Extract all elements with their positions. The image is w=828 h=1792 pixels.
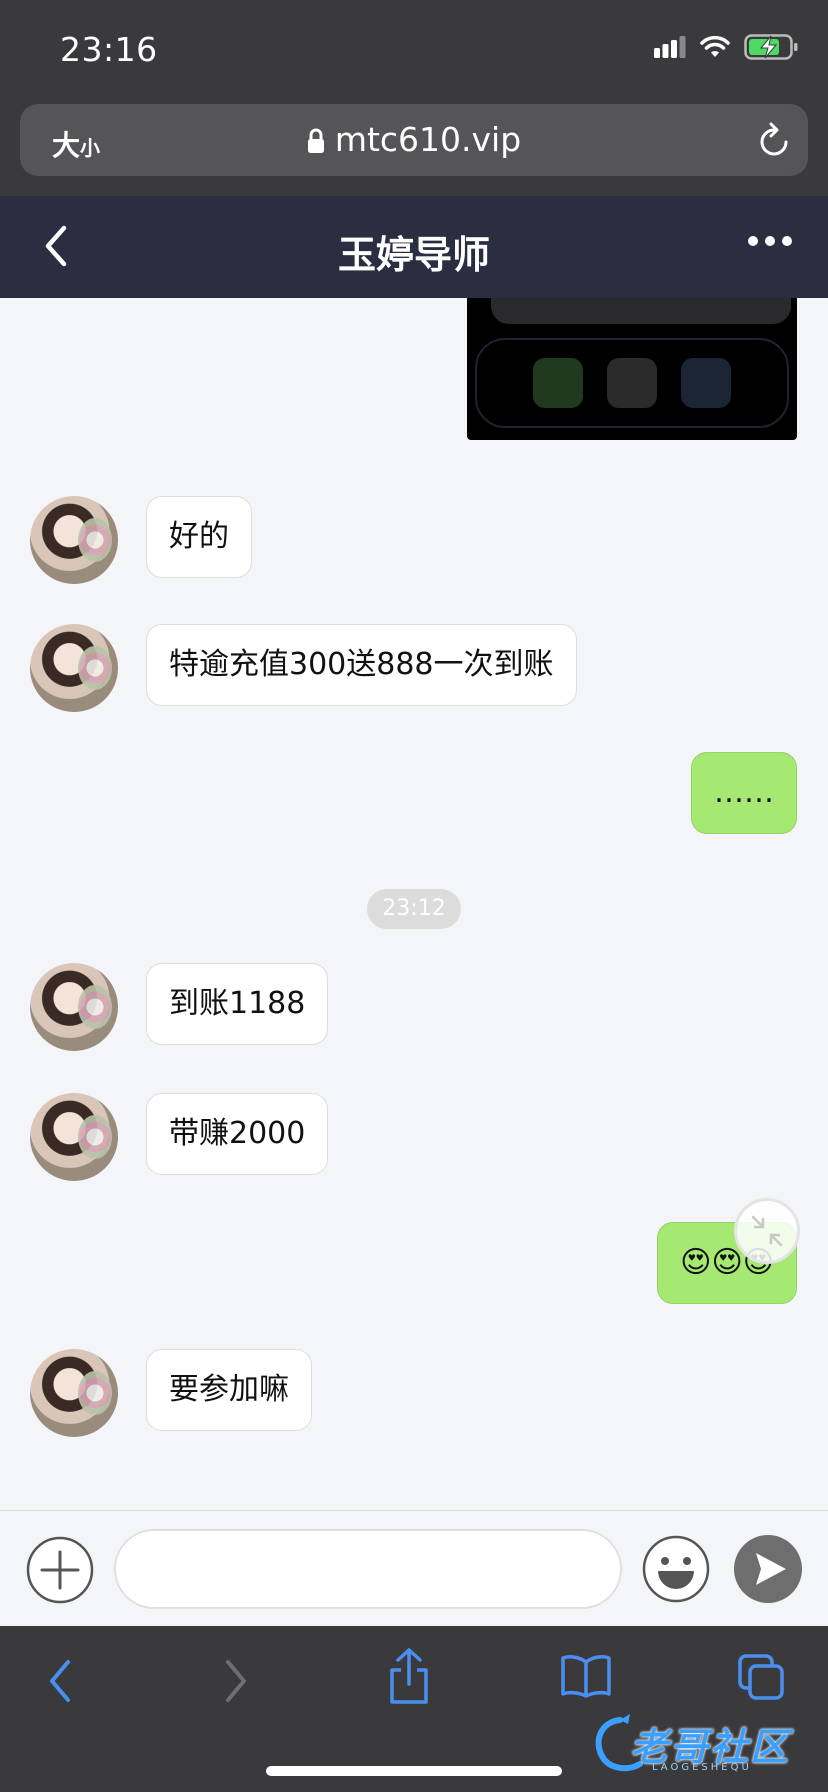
more-options-icon[interactable] bbox=[748, 236, 792, 246]
avatar[interactable] bbox=[30, 624, 118, 712]
browser-bottom-toolbar: 老哥社区 LAOGESHEQU bbox=[0, 1626, 828, 1792]
safari-app-icon bbox=[681, 358, 731, 408]
reload-icon[interactable] bbox=[756, 120, 792, 160]
photo-app-icon bbox=[607, 358, 657, 408]
address-bar[interactable]: 大小 mtc610.vip bbox=[20, 104, 808, 176]
message-row-incoming: 好的 bbox=[0, 496, 828, 586]
message-bubble-incoming[interactable]: 到账1188 bbox=[146, 963, 329, 1045]
message-row-incoming: 要参加嘛 bbox=[0, 1349, 828, 1439]
avatar[interactable] bbox=[30, 496, 118, 584]
collapse-arrows-icon bbox=[751, 1215, 783, 1247]
chat-message-list[interactable]: 好的 特逾充值300送888一次到账 …… 23:12 到账1188 带赚200… bbox=[0, 298, 828, 1510]
chat-title: 玉婷导师 bbox=[337, 233, 490, 277]
tabs-icon[interactable] bbox=[736, 1652, 786, 1702]
floating-collapse-button[interactable] bbox=[734, 1198, 800, 1264]
wifi-icon bbox=[700, 36, 730, 57]
avatar[interactable] bbox=[30, 1093, 118, 1181]
message-bubble-outgoing[interactable]: …… bbox=[691, 752, 797, 834]
add-attachment-icon[interactable] bbox=[26, 1536, 94, 1604]
message-row-incoming: 特逾充值300送888一次到账 bbox=[0, 624, 828, 714]
cellular-signal-icon bbox=[654, 36, 686, 58]
browser-top-bar: 23:16 大小 mtc610.vip bbox=[0, 0, 828, 196]
screenshot-image-message[interactable] bbox=[467, 298, 797, 440]
home-indicator[interactable] bbox=[266, 1766, 562, 1776]
emoji-icon[interactable] bbox=[642, 1535, 710, 1603]
battery-charging-icon bbox=[744, 34, 798, 60]
status-icons bbox=[654, 34, 798, 60]
send-icon[interactable] bbox=[734, 1535, 802, 1603]
bookmarks-icon[interactable] bbox=[560, 1654, 612, 1698]
lock-icon bbox=[307, 128, 324, 153]
phone-app-icon bbox=[533, 358, 583, 408]
watermark-subtext: LAOGESHEQU bbox=[652, 1762, 752, 1773]
message-input-bar bbox=[0, 1510, 828, 1626]
avatar[interactable] bbox=[30, 1349, 118, 1437]
browser-back-icon[interactable] bbox=[42, 1656, 78, 1706]
url-text: mtc610.vip bbox=[334, 120, 522, 159]
status-time: 23:16 bbox=[60, 30, 158, 69]
message-bubble-incoming[interactable]: 好的 bbox=[146, 496, 252, 578]
watermark-logo: 老哥社区 LAOGESHEQU bbox=[590, 1712, 820, 1778]
timestamp-divider: 23:12 bbox=[367, 889, 461, 929]
browser-forward-icon[interactable] bbox=[218, 1656, 254, 1706]
screenshot-dock bbox=[475, 338, 789, 428]
message-row-incoming: 到账1188 bbox=[0, 963, 828, 1053]
message-bubble-incoming[interactable]: 带赚2000 bbox=[146, 1093, 329, 1175]
screen: 23:16 大小 mtc610.vip 玉婷导师 好的 特逾充值300送888一… bbox=[0, 0, 828, 1792]
chat-header: 玉婷导师 bbox=[0, 196, 828, 298]
url-display[interactable]: mtc610.vip bbox=[20, 120, 808, 159]
screenshot-top-panel bbox=[491, 298, 791, 324]
message-bubble-incoming[interactable]: 特逾充值300送888一次到账 bbox=[146, 624, 577, 706]
share-icon[interactable] bbox=[386, 1646, 432, 1706]
message-row-incoming: 带赚2000 bbox=[0, 1093, 828, 1183]
message-input[interactable] bbox=[114, 1529, 622, 1609]
avatar[interactable] bbox=[30, 963, 118, 1051]
message-bubble-incoming[interactable]: 要参加嘛 bbox=[146, 1349, 312, 1431]
